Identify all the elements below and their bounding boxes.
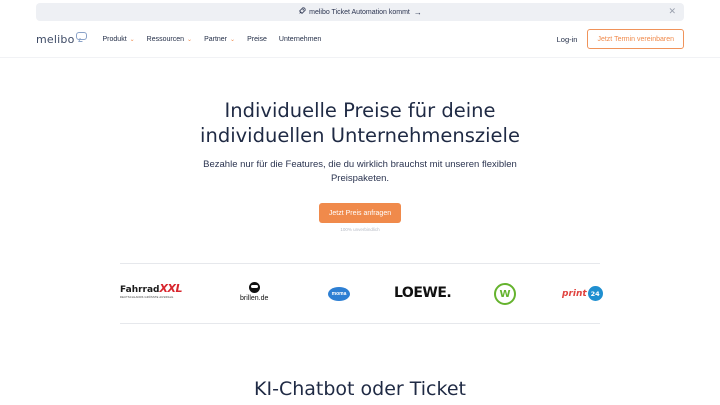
subtitle-line-2: Preispaketen. (330, 173, 390, 184)
loewe-logo: LOEWE. (394, 285, 452, 301)
moma-logo: moma (328, 287, 350, 301)
nav-item-label: Produkt (102, 35, 127, 43)
melibo-logo[interactable]: melibo (36, 32, 87, 46)
announcement-banner[interactable]: melibo Ticket Automation kommt → ✕ (36, 3, 684, 21)
hero-section: Individuelle Preise für deine individuel… (0, 98, 720, 186)
subtitle-line-1: Bezahle nur für die Features, die du wir… (203, 159, 517, 170)
arrow-right-icon: → (413, 7, 422, 17)
vfl-wolfsburg-logo: W (494, 283, 516, 305)
book-appointment-button[interactable]: Jetzt Termin vereinbaren (587, 29, 684, 49)
moma-word: moma (331, 291, 347, 297)
xxl-word: XXL (159, 282, 183, 295)
brillen-word: brillen.de (240, 295, 269, 302)
print24-logo: print 24 (562, 286, 603, 301)
title-line-2: individuellen Unternehmensziele (200, 124, 520, 147)
nav-item-preise[interactable]: Preise (247, 36, 267, 43)
title-line-1: Individuelle Preise für deine (224, 99, 496, 122)
nav-item-ressourcen[interactable]: Ressourcen ⌄ (147, 36, 192, 43)
logo-text: melibo (36, 33, 75, 46)
print-number: 24 (587, 286, 603, 301)
nav-item-partner[interactable]: Partner ⌄ (204, 36, 235, 43)
chevron-down-icon: ⌄ (230, 36, 236, 43)
chat-bubble-icon (75, 32, 87, 40)
logos-divider-top (120, 263, 600, 264)
close-icon[interactable]: ✕ (668, 6, 676, 17)
request-price-button[interactable]: Jetzt Preis anfragen (319, 203, 401, 223)
hero-subtitle: Bezahle nur für die Features, die du wir… (0, 158, 720, 186)
nav-item-unternehmen[interactable]: Unternehmen (279, 36, 321, 43)
nav-divider (0, 57, 720, 58)
nav-menu: Produkt ⌄ Ressourcen ⌄ Partner ⌄ Preise … (103, 36, 322, 43)
login-link[interactable]: Log-in (557, 35, 578, 44)
nav-item-label: Partner (204, 35, 228, 43)
print-word: print (562, 288, 587, 299)
rocket-icon (298, 7, 306, 17)
nav-item-label: Preise (247, 35, 267, 43)
main-navigation: melibo Produkt ⌄ Ressourcen ⌄ Partner ⌄ … (36, 28, 684, 50)
nav-item-label: Unternehmen (278, 35, 322, 43)
logos-divider-bottom (120, 323, 600, 324)
non-binding-note: 100% unverbindlich (340, 227, 380, 232)
nav-actions: Log-in Jetzt Termin vereinbaren (557, 29, 684, 49)
nav-item-label: Ressourcen (146, 35, 185, 43)
glasses-icon (248, 282, 260, 293)
banner-text[interactable]: melibo Ticket Automation kommt (309, 9, 410, 16)
page-title: Individuelle Preise für deine individuel… (0, 98, 720, 148)
chevron-down-icon: ⌄ (129, 36, 135, 43)
fahrrad-tagline: DEUTSCHLANDS GRÖSSTE AUSWAHL (120, 296, 174, 299)
nav-item-produkt[interactable]: Produkt ⌄ (103, 36, 135, 43)
chevron-down-icon: ⌄ (187, 36, 193, 43)
section-heading: KI-Chatbot oder Ticket (254, 378, 466, 400)
customer-logos: FahrradXXL DEUTSCHLANDS GRÖSSTE AUSWAHL … (120, 276, 603, 312)
fahrrad-word: Fahrrad (120, 285, 160, 295)
fahrrad-xxl-logo: FahrradXXL DEUTSCHLANDS GRÖSSTE AUSWAHL (120, 282, 183, 299)
brillen-logo: brillen.de (240, 282, 268, 302)
vfl-letter: W (499, 288, 511, 300)
